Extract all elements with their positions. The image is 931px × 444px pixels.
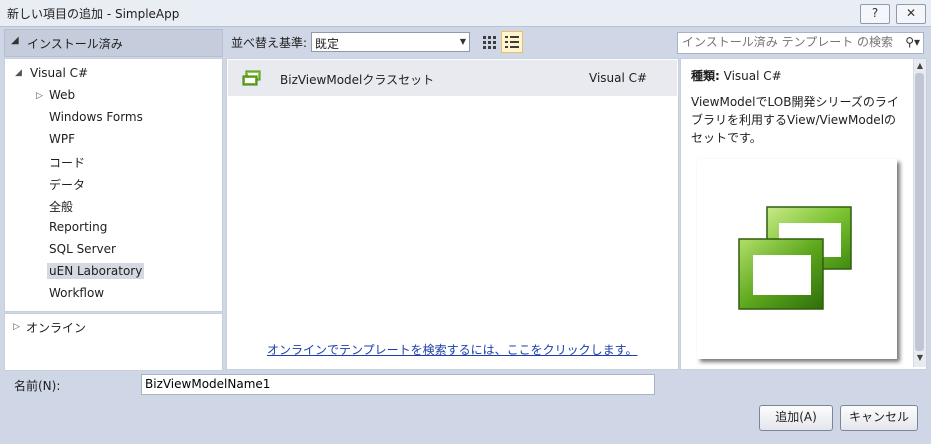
online-label[interactable]: オンライン — [26, 319, 86, 336]
tree-item-code[interactable]: コード — [49, 154, 85, 171]
expanded-arrow-icon: ◢ — [11, 35, 19, 46]
close-button[interactable]: ✕ — [896, 4, 926, 24]
tree-item-web[interactable]: Web — [49, 88, 75, 102]
collapsed-arrow-icon[interactable]: ▷ — [36, 91, 43, 101]
search-icon[interactable]: ⚲▾ — [905, 35, 920, 49]
tree-item-sql-server[interactable]: SQL Server — [49, 242, 116, 256]
template-icon — [242, 70, 261, 86]
add-button[interactable]: 追加(A) — [759, 405, 833, 431]
sort-label: 並べ替え基準: — [231, 36, 308, 50]
expanded-arrow-icon[interactable]: ◢ — [15, 68, 22, 78]
online-section[interactable]: ▷ オンライン — [4, 313, 223, 371]
chevron-down-icon: ▼ — [459, 37, 466, 46]
tree-item-wpf[interactable]: WPF — [49, 132, 75, 146]
list-view-icon — [505, 36, 519, 48]
collapsed-arrow-icon[interactable]: ▷ — [13, 322, 20, 332]
tree-item-data[interactable]: データ — [49, 176, 85, 193]
grid-view-icon — [483, 36, 496, 49]
scroll-up-icon[interactable]: ▲ — [915, 61, 925, 73]
details-scrollbar[interactable]: ▲ ▼ — [913, 59, 926, 367]
details-panel: 種類: Visual C# ViewModelでLOB開発シリーズのライブラリを… — [680, 58, 927, 370]
preview-icon — [738, 206, 852, 310]
scroll-thumb[interactable] — [915, 73, 924, 351]
tree-item-reporting[interactable]: Reporting — [49, 220, 107, 234]
name-field[interactable] — [141, 374, 655, 395]
template-name: BizViewModelクラスセット — [280, 73, 435, 87]
scroll-down-icon[interactable]: ▼ — [915, 353, 925, 365]
template-preview-image — [697, 159, 897, 359]
template-description: ViewModelでLOB開発シリーズのライブラリを利用するView/ViewM… — [691, 95, 899, 145]
type-value: Visual C# — [723, 69, 782, 83]
medium-icons-view-button[interactable] — [478, 31, 500, 53]
tree-item-general[interactable]: 全般 — [49, 198, 73, 215]
name-input[interactable] — [145, 376, 645, 392]
title-bar: 新しい項目の追加 - SimpleApp ? ✕ — [0, 0, 931, 27]
name-label: 名前(N): — [14, 379, 61, 393]
template-list: BizViewModelクラスセット Visual C# オンラインでテンプレー… — [226, 58, 679, 370]
list-item[interactable]: BizViewModelクラスセット Visual C# — [228, 60, 677, 96]
template-language: Visual C# — [589, 71, 648, 85]
tree-item-visual-csharp[interactable]: Visual C# — [30, 66, 88, 80]
tree-item-workflow[interactable]: Workflow — [49, 286, 104, 300]
type-key: 種類: — [691, 69, 720, 83]
details-view-button[interactable] — [501, 31, 523, 53]
type-row: 種類: Visual C# — [691, 67, 782, 84]
sort-value: 既定 — [315, 37, 340, 51]
online-search-link[interactable]: オンラインでテンプレートを検索するには、ここをクリックします。 — [267, 341, 637, 358]
category-tree: ◢ Visual C# ▷ Web Windows Forms WPF コード … — [4, 58, 223, 312]
tree-item-uen-laboratory[interactable]: uEN Laboratory — [47, 263, 145, 279]
sort-dropdown[interactable]: 既定 ▼ — [311, 32, 470, 52]
window-title: 新しい項目の追加 - SimpleApp — [7, 7, 180, 21]
installed-label: インストール済み — [27, 37, 123, 51]
tree-item-windows-forms[interactable]: Windows Forms — [49, 110, 143, 124]
template-search[interactable]: ⚲▾ — [677, 32, 924, 54]
installed-header[interactable]: ◢ インストール済み — [4, 29, 223, 57]
search-input[interactable] — [682, 34, 897, 50]
cancel-button[interactable]: キャンセル — [840, 405, 918, 431]
help-button[interactable]: ? — [860, 4, 890, 24]
